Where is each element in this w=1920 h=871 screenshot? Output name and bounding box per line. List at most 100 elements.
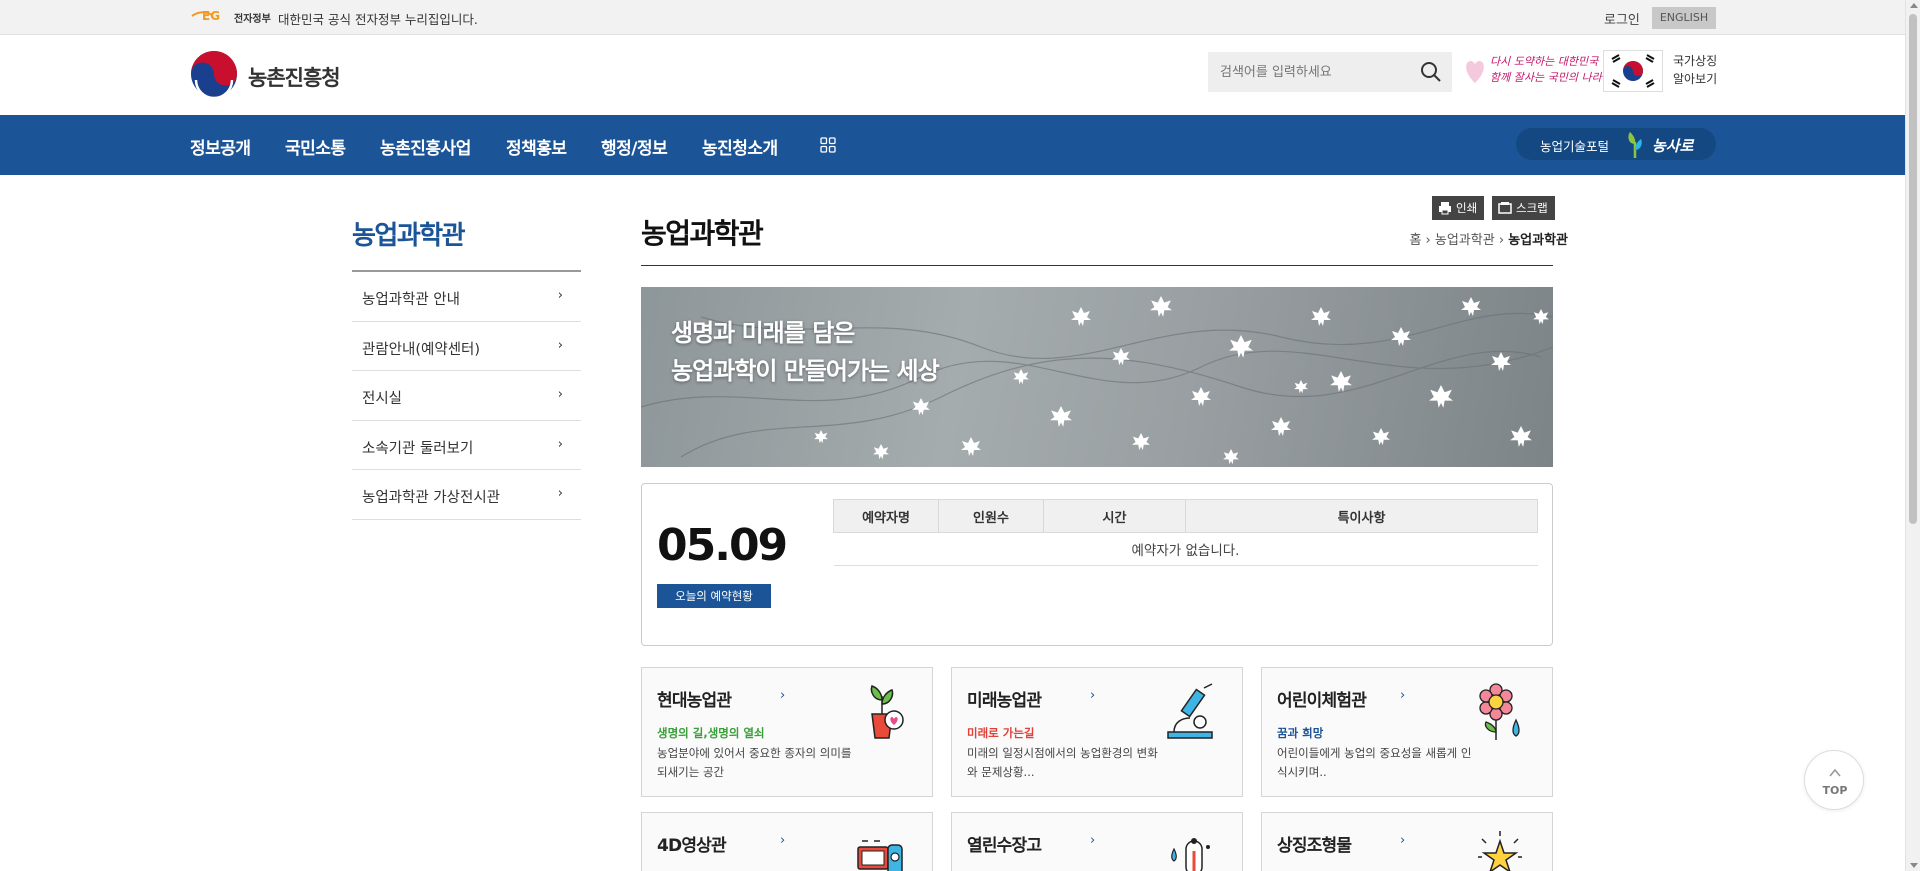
card-modern-agri[interactable]: 현대농업관 › 생명의 길,생명의 열쇠 농업분야에 있어서 중요한 종자의 의… (641, 667, 933, 797)
flower-icon (1479, 683, 1520, 740)
portal-label: 농업기술포털 (1540, 139, 1610, 154)
gov-notice: 대한민국 공식 전자정부 누리집입니다. (278, 12, 478, 27)
search-box (1208, 52, 1452, 92)
site-logo-text[interactable]: 농촌진흥청 (248, 62, 341, 92)
card-desc: 미래의 일정시점에서의 농업환경의 변화와 문제상황... (967, 746, 1158, 779)
today-reservation-badge: 오늘의 예약현황 (657, 584, 771, 608)
nongsaro-logo: 농사로 (1624, 130, 1704, 160)
page-title: 농업과학관 (641, 217, 764, 250)
col-header-name: 예약자명 (833, 499, 939, 533)
search-input[interactable] (1208, 52, 1408, 92)
scrap-icon (1498, 202, 1512, 214)
main-nav: 정보공개 국민소통 농촌진흥사업 정책홍보 행정/정보 농진청소개 농업기술포털… (0, 115, 1905, 175)
card-desc: 농업분야에 있어서 중요한 종자의 의미를 되새기는 공간 (657, 746, 852, 779)
sidebar-item-reservation[interactable]: 관람안내(예약센터) › (352, 322, 581, 371)
breadcrumb: 홈 › 농업과학관 › 농업과학관 (1409, 229, 1568, 248)
chevron-right-icon: › (1090, 833, 1096, 848)
sidebar-item-label: 농업과학관 가상전시관 (362, 490, 501, 506)
card-subtitle: 꿈과 희망 (1277, 726, 1324, 740)
chevron-right-icon: › (557, 436, 563, 452)
nav-item-info[interactable]: 정보공개 (190, 134, 251, 159)
col-header-notes: 특이사항 (1185, 499, 1538, 533)
gov-banner: EG 전자정부 대한민국 공식 전자정부 누리집입니다. 로그인 ENGLISH (0, 0, 1905, 35)
microscope-icon (1167, 683, 1213, 739)
reservation-date: 05.09 (657, 520, 788, 571)
chevron-right-icon: › (780, 688, 786, 703)
sidebar-item-virtual[interactable]: 농업과학관 가상전시관 › (352, 470, 581, 520)
chevron-up-icon (1829, 768, 1841, 777)
taegukgi-flag[interactable] (1603, 50, 1663, 92)
empty-message: 예약자가 없습니다. (833, 532, 1538, 566)
chevron-right-icon: › (1400, 688, 1406, 703)
portal-brand: 농사로 (1652, 137, 1694, 155)
chevron-right-icon: › (557, 486, 563, 501)
page-scrollbar[interactable] (1905, 0, 1920, 871)
card-kids-experience[interactable]: 어린이체험관 › 꿈과 희망 어린이들에게 농업의 중요성을 새롭게 인식시키며… (1261, 667, 1553, 797)
print-button[interactable]: 인쇄 (1432, 196, 1485, 220)
scroll-down-arrow-icon[interactable] (1910, 863, 1918, 868)
search-icon[interactable] (1420, 61, 1442, 83)
card-future-agri[interactable]: 미래농업관 › 미래로 가는길 미래의 일정시점에서의 농업환경의 변화와 문제… (951, 667, 1243, 797)
chevron-right-icon: › (557, 337, 563, 353)
banner-heading-line1: 생명과 미래를 담은 (671, 319, 855, 347)
svg-text:EG: EG (202, 9, 220, 23)
sidebar-title: 농업과학관 (352, 221, 466, 251)
national-line1: 국가상징 (1673, 54, 1718, 68)
card-symbol-sculpture[interactable]: 상징조형물 › (1261, 812, 1553, 871)
card-desc: 어린이들에게 농업의 중요성을 새롭게 인식시키며.. (1277, 746, 1472, 779)
scrap-button[interactable]: 스크랩 (1492, 196, 1555, 220)
sidebar-item-label: 전시실 (362, 391, 403, 407)
chevron-right-icon: › (1400, 833, 1406, 848)
scroll-up-arrow-icon[interactable] (1910, 3, 1918, 8)
card-open-storage[interactable]: 열린수장고 › (951, 812, 1243, 871)
print-label: 인쇄 (1456, 201, 1478, 215)
nav-item-about[interactable]: 농진청소개 (702, 134, 778, 159)
sidebar-item-label: 소속기관 둘러보기 (362, 440, 474, 457)
card-title: 4D영상관 (657, 836, 727, 856)
title-divider (641, 265, 1553, 266)
nav-item-communication[interactable]: 국민소통 (285, 134, 346, 159)
nav-item-policy[interactable]: 정책홍보 (506, 134, 567, 159)
card-4d-theater[interactable]: 4D영상관 › (641, 812, 933, 871)
sidebar-item-label: 농업과학관 안내 (362, 292, 460, 308)
reservation-status-box: 05.09 오늘의 예약현황 예약자명 인원수 시간 특이사항 예약자가 없습니… (641, 483, 1553, 646)
print-icon (1439, 202, 1451, 215)
chevron-right-icon: › (557, 387, 563, 402)
egov-label: 전자정부 (234, 14, 271, 25)
national-symbol-link[interactable]: 국가상징 알아보기 (1673, 52, 1717, 88)
chevron-right-icon: › (557, 288, 563, 303)
chevron-right-icon: › (1498, 233, 1509, 248)
egov-logo-icon: EG (191, 9, 220, 23)
scrap-label: 스크랩 (1516, 201, 1548, 215)
table-row: 예약자가 없습니다. (833, 532, 1538, 566)
chevron-right-icon: › (780, 833, 786, 848)
chevron-right-icon: › (1425, 233, 1435, 248)
projector-icon (857, 840, 903, 871)
sidebar-menu: 농업과학관 안내 › 관람안내(예약센터) › 전시실 › 소속기관 둘러보기 › 농업… (352, 270, 581, 520)
star-icon (1478, 831, 1522, 871)
all-menu-grid-icon[interactable] (820, 137, 836, 153)
breadcrumb-home[interactable]: 홈 (1409, 233, 1421, 248)
nav-item-projects[interactable]: 농촌진흥사업 (380, 134, 471, 159)
chevron-right-icon: › (1090, 688, 1096, 703)
sidebar-item-guide[interactable]: 농업과학관 안내 › (352, 272, 581, 322)
agri-portal-link[interactable]: 농업기술포털 농사로 (1516, 128, 1716, 160)
rda-logo-icon[interactable] (190, 50, 238, 98)
sidebar-item-affiliates[interactable]: 소속기관 둘러보기 › (352, 421, 581, 470)
card-title: 미래농업관 (967, 691, 1042, 711)
sidebar-item-label: 관람안내(예약센터) (362, 341, 481, 358)
slogan-line2: 함께 잘사는 국민의 나라 (1490, 71, 1602, 84)
national-line2: 알아보기 (1673, 72, 1718, 86)
breadcrumb-parent[interactable]: 농업과학관 (1435, 233, 1495, 248)
slogan-banner[interactable]: 다시 도약하는 대한민국 함께 잘사는 국민의 나라 (1462, 49, 1602, 89)
scroll-top-button[interactable]: TOP (1804, 750, 1864, 810)
english-button[interactable]: ENGLISH (1652, 7, 1716, 29)
thermometer-icon (1171, 838, 1210, 871)
login-link[interactable]: 로그인 (1604, 9, 1640, 28)
sidebar-item-exhibition[interactable]: 전시실 › (352, 371, 581, 421)
card-subtitle: 미래로 가는길 (967, 726, 1035, 740)
sprout-icon (1628, 132, 1642, 158)
scrollbar-thumb[interactable] (1909, 14, 1917, 524)
card-title: 열린수장고 (967, 836, 1042, 856)
nav-item-admin[interactable]: 행정/정보 (601, 134, 668, 159)
